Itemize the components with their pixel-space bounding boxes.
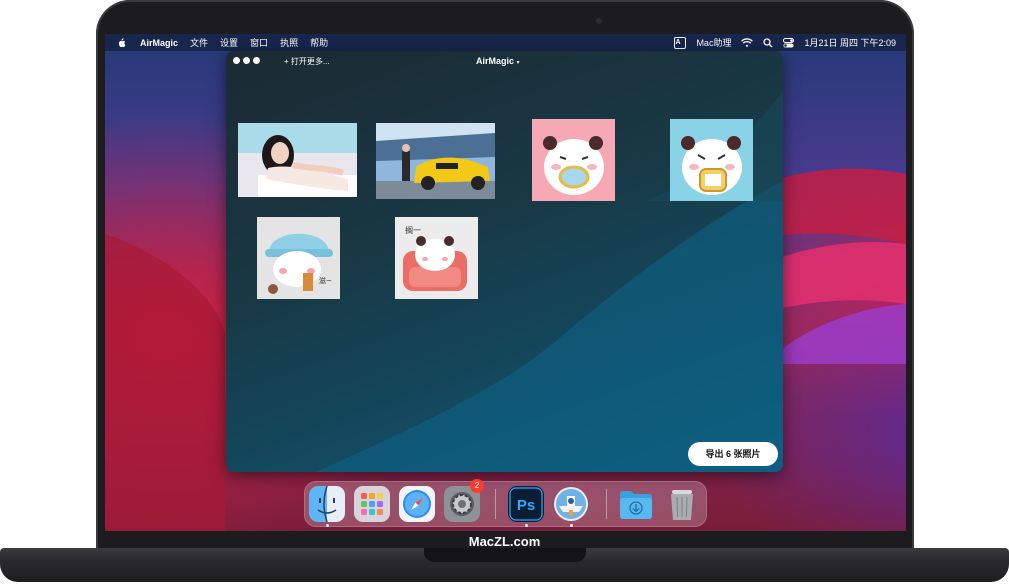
sticker-text-hat: 滋~ bbox=[319, 276, 332, 285]
dot-icon bbox=[233, 57, 240, 64]
running-indicator bbox=[570, 524, 573, 527]
input-method-icon[interactable]: A bbox=[674, 36, 687, 49]
running-indicator bbox=[326, 524, 329, 527]
photoshop-label: Ps bbox=[517, 497, 535, 514]
photo-panda-sticker-hat[interactable]: 滋~ bbox=[257, 217, 340, 299]
laptop-notch bbox=[424, 548, 586, 562]
menu-license[interactable]: 执照 bbox=[280, 36, 298, 49]
brand-watermark: MacZL.com bbox=[468, 534, 541, 549]
photo-woman-portrait[interactable] bbox=[238, 123, 357, 197]
downloads-folder-icon[interactable] bbox=[618, 486, 654, 522]
apple-icon[interactable] bbox=[117, 37, 126, 48]
photo-yellow-car[interactable] bbox=[376, 123, 495, 199]
search-icon[interactable] bbox=[763, 37, 773, 48]
window-menu-dots[interactable] bbox=[233, 57, 263, 64]
launchpad-icon[interactable] bbox=[354, 486, 390, 522]
camera-icon bbox=[596, 18, 602, 24]
mac-assistant[interactable]: Mac助理 bbox=[696, 36, 731, 49]
airmagic-icon[interactable] bbox=[553, 486, 589, 522]
dock: 2 Ps bbox=[304, 479, 707, 527]
dot-icon bbox=[253, 57, 260, 64]
dot-icon bbox=[243, 57, 250, 64]
trash-icon[interactable] bbox=[664, 486, 700, 522]
finder-icon[interactable] bbox=[309, 486, 345, 522]
menu-window[interactable]: 窗口 bbox=[250, 36, 268, 49]
chevron-down-icon: ▾ bbox=[516, 60, 520, 66]
screen: AirMagic 文件 设置 窗口 执照 帮助 A Mac助理 1月21日 周四… bbox=[105, 34, 906, 531]
notification-badge: 2 bbox=[470, 479, 484, 493]
running-indicator bbox=[525, 524, 528, 527]
airmagic-window: + 打开更多... AirMagic ▾ 滋~ 搁一 导出 6 张照片 bbox=[226, 51, 783, 472]
menu-bar-status: A Mac助理 1月21日 周四 下午2:09 bbox=[674, 34, 906, 51]
window-titlebar: + 打开更多... AirMagic ▾ bbox=[226, 51, 783, 73]
window-title[interactable]: AirMagic ▾ bbox=[476, 56, 520, 66]
menu-settings[interactable]: 设置 bbox=[220, 36, 238, 49]
menu-clock[interactable]: 1月21日 周四 下午2:09 bbox=[804, 36, 896, 49]
safari-icon[interactable] bbox=[399, 486, 435, 522]
photoshop-icon[interactable]: Ps bbox=[508, 486, 544, 522]
menu-help[interactable]: 帮助 bbox=[310, 36, 328, 49]
control-center-icon[interactable] bbox=[783, 37, 795, 48]
dock-separator bbox=[495, 489, 496, 519]
photo-panda-sticker-sofa[interactable]: 搁一 bbox=[395, 217, 478, 299]
menu-bar: AirMagic 文件 设置 窗口 执照 帮助 A Mac助理 1月21日 周四… bbox=[105, 34, 906, 51]
open-more-button[interactable]: + 打开更多... bbox=[284, 56, 330, 67]
dock-separator bbox=[606, 489, 607, 519]
sticker-text-sofa: 搁一 bbox=[405, 225, 421, 235]
wifi-icon[interactable] bbox=[741, 37, 754, 48]
menu-app-name[interactable]: AirMagic bbox=[140, 38, 178, 48]
menu-file[interactable]: 文件 bbox=[190, 36, 208, 49]
export-photos-button[interactable]: 导出 6 张照片 bbox=[688, 442, 778, 466]
photo-panda-sticker-pink[interactable] bbox=[532, 119, 615, 201]
photo-panda-sticker-blue[interactable] bbox=[670, 119, 753, 201]
